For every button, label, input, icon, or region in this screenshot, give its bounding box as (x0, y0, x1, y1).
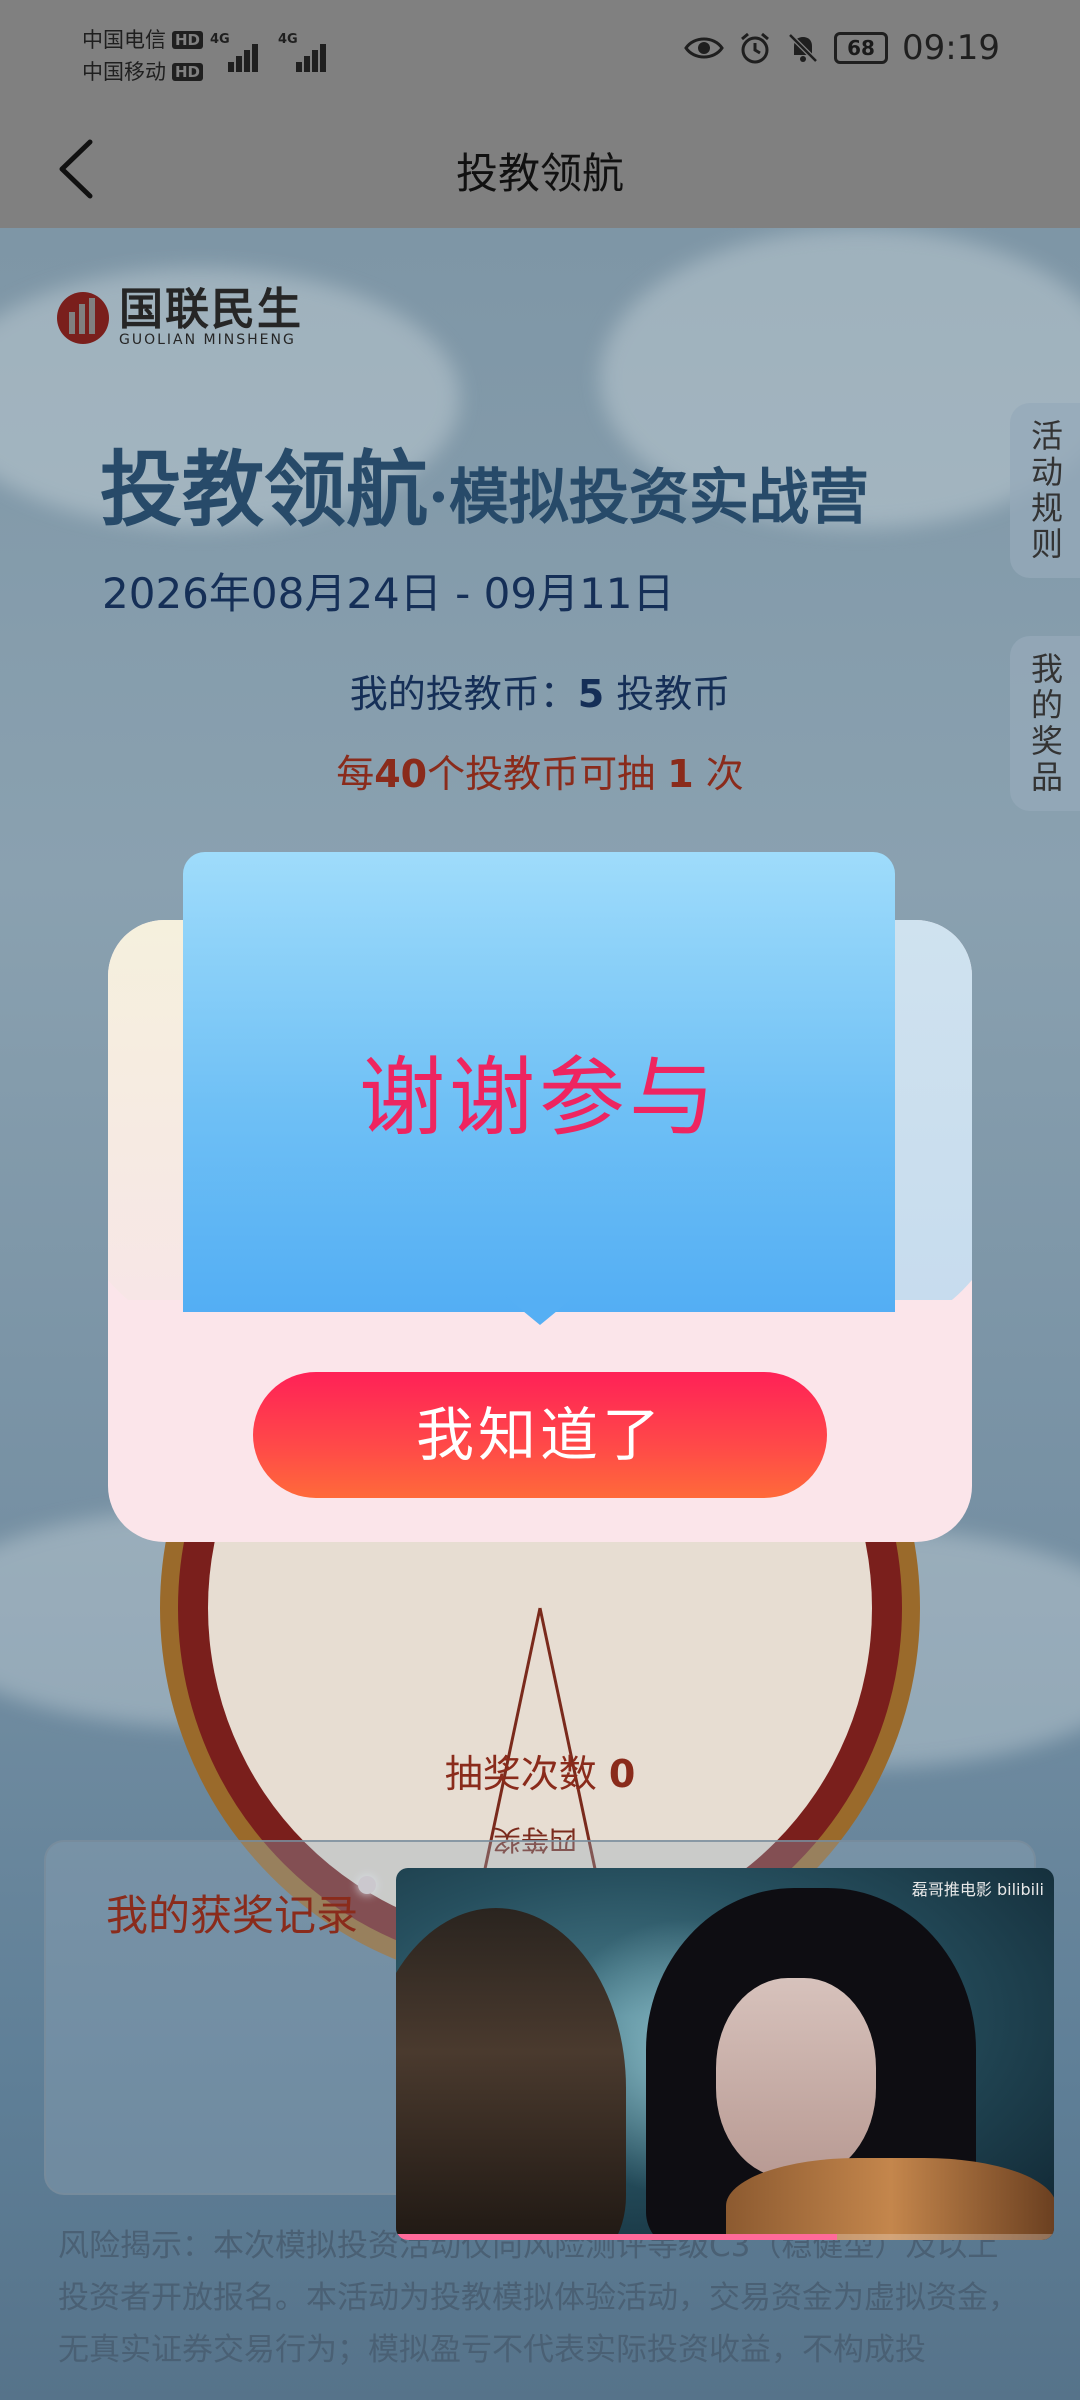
carrier-info: 中国电信 HD 中国移动 HD (82, 24, 204, 88)
my-prizes-tab[interactable]: 我的奖品 (1010, 636, 1080, 811)
carrier-2-name: 中国移动 (82, 60, 166, 84)
eye-icon (684, 37, 724, 59)
status-icons: 68 09:19 (684, 28, 1000, 68)
video-progress-fill (396, 2234, 837, 2240)
signal-icon: 4G (210, 32, 260, 72)
draw-count: 抽奖次数 0 (444, 1752, 636, 1796)
brand-name-cn: 国联民生 (119, 284, 303, 335)
battery-icon: 68 (834, 32, 889, 64)
video-progress-bar[interactable] (396, 2234, 1054, 2240)
card-notch (506, 1297, 574, 1325)
carrier-1-name: 中国电信 (82, 28, 166, 52)
clock: 09:19 (902, 28, 1000, 68)
acknowledge-button[interactable]: 我知道了 (253, 1372, 827, 1498)
coin-balance: 我的投教币：5 投教币 (349, 672, 731, 716)
result-modal: 谢谢参与 我知道了 (108, 852, 972, 1542)
video-watermark: 磊哥推电影 bilibili (911, 1880, 1044, 1899)
brand-logo: 国联民生 GUOLIAN MINSHENG (55, 288, 303, 348)
envelope-flap (108, 1280, 972, 1350)
result-text: 谢谢参与 (359, 1048, 719, 1148)
signal-icon: 4G (278, 32, 328, 72)
campaign-date-range: 2026年08月24日 - 09月11日 (102, 569, 675, 618)
hd-badge: HD (172, 31, 204, 49)
nav-header: 投教领航 (0, 110, 1080, 228)
brand-logo-icon (57, 292, 109, 344)
campaign-title: 投教领航·模拟投资实战营 (100, 442, 869, 538)
floating-video-player[interactable]: 磊哥推电影 bilibili (396, 1868, 1054, 2240)
signal-indicators: 4G 4G (210, 32, 328, 72)
prize-records-title: 我的获奖记录 (106, 1891, 359, 1940)
page-title: 投教领航 (455, 149, 624, 198)
mute-bell-icon (788, 33, 818, 63)
brand-name-en: GUOLIAN MINSHENG (119, 332, 296, 348)
alarm-icon (741, 32, 769, 64)
risk-disclosure: 风险揭示：本次模拟投资活动仅向风险测评等级C3（稳健型）及以上投资者开放报名。本… (58, 2228, 1019, 2368)
status-bar: 中国电信 HD 中国移动 HD 4G 4G 68 09:19 (0, 0, 1080, 110)
activity-rules-tab[interactable]: 活动规则 (1010, 403, 1080, 578)
hd-badge: HD (172, 63, 204, 81)
draw-rule: 每40个投教币可抽 1 次 (336, 752, 744, 796)
